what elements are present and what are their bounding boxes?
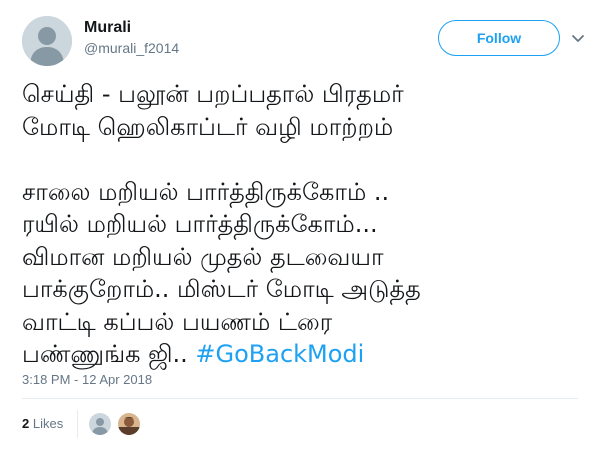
user-handle[interactable]: @murali_f2014	[84, 38, 179, 58]
tweet-timestamp[interactable]: 3:18 PM - 12 Apr 2018	[22, 372, 152, 387]
chevron-down-icon[interactable]	[570, 30, 586, 46]
likes-stat[interactable]: 2 Likes	[22, 416, 63, 431]
liker-avatar[interactable]	[118, 413, 140, 435]
avatar[interactable]	[22, 16, 72, 66]
default-avatar-icon	[89, 413, 111, 435]
tweet-card: Murali @murali_f2014 Follow செய்தி - பலூ…	[0, 0, 600, 450]
tweet-header: Murali @murali_f2014 Follow	[22, 14, 584, 66]
hashtag-link[interactable]: #GoBackModi	[195, 340, 364, 368]
liker-avatar[interactable]	[89, 413, 111, 435]
likes-label: Likes	[32, 416, 64, 431]
display-name[interactable]: Murali	[84, 18, 179, 38]
likes-count: 2	[22, 416, 30, 431]
stat-separator	[77, 410, 78, 438]
follow-button[interactable]: Follow	[438, 20, 560, 56]
person-photo-avatar	[118, 413, 140, 435]
divider	[22, 398, 578, 399]
tweet-body: செய்தி - பலூன் பறப்பதால் பிரதமர் மோடி ஹெ…	[22, 80, 421, 368]
tweet-text: செய்தி - பலூன் பறப்பதால் பிரதமர் மோடி ஹெ…	[22, 78, 592, 371]
default-avatar-icon	[22, 16, 72, 66]
user-names[interactable]: Murali @murali_f2014	[84, 18, 179, 58]
